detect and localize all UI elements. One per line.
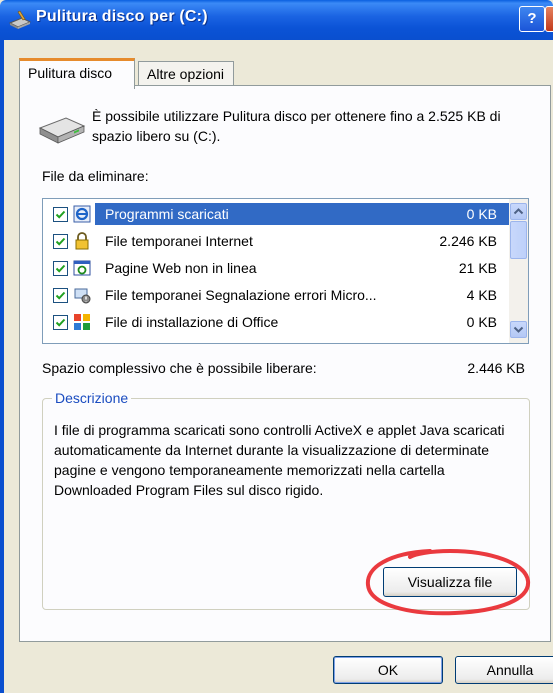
- office-icon: [74, 314, 90, 330]
- error-report-icon: [74, 288, 91, 304]
- window-title: Pulitura disco per (C:): [36, 8, 208, 25]
- chevron-down-icon: [513, 326, 524, 333]
- file-name: File di installazione di Office: [105, 314, 279, 330]
- cancel-button[interactable]: Annulla: [455, 656, 553, 684]
- scroll-up-button[interactable]: [510, 203, 527, 220]
- total-label: Spazio complessivo che è possibile liber…: [42, 360, 317, 376]
- description-legend: Descrizione: [52, 390, 132, 406]
- disk-cleanup-icon: [8, 10, 32, 29]
- tab-altre-opzioni[interactable]: Altre opzioni: [138, 61, 234, 86]
- checkbox[interactable]: [53, 261, 68, 276]
- file-size: 0 KB: [466, 314, 497, 330]
- list-item[interactable]: Programmi scaricati 0 KB: [43, 201, 509, 227]
- total-value: 2.446 KB: [467, 360, 525, 376]
- checkbox[interactable]: [53, 207, 68, 222]
- view-files-button[interactable]: Visualizza file: [383, 567, 517, 597]
- checkbox[interactable]: [53, 288, 68, 303]
- chevron-up-icon: [513, 208, 524, 215]
- list-item[interactable]: File di installazione di Office 0 KB: [43, 309, 509, 335]
- file-name: Pagine Web non in linea: [105, 260, 257, 276]
- file-size: 0 KB: [466, 206, 497, 222]
- lock-icon: [75, 232, 89, 250]
- list-item[interactable]: File temporanei Segnalazione errori Micr…: [43, 282, 509, 308]
- file-name: Programmi scaricati: [95, 203, 509, 225]
- intro-text: È possibile utilizzare Pulitura disco pe…: [92, 108, 501, 144]
- description-text: I file di programma scaricati sono contr…: [54, 422, 505, 498]
- list-scrollbar[interactable]: [509, 199, 528, 343]
- file-size: 2.246 KB: [439, 233, 497, 249]
- list-item[interactable]: File temporanei Internet 2.246 KB: [43, 228, 509, 254]
- title-bar[interactable]: Pulitura disco per (C:) ? ✕: [0, 0, 553, 40]
- list-item[interactable]: Pagine Web non in linea 21 KB: [43, 255, 509, 281]
- offline-pages-icon: [73, 260, 91, 276]
- help-button[interactable]: ?: [519, 6, 545, 32]
- disk-cleanup-window: Pulitura disco per (C:) ? ✕ Pulitura dis…: [0, 0, 553, 693]
- scroll-down-button[interactable]: [510, 321, 527, 338]
- file-size: 4 KB: [466, 287, 497, 303]
- close-button[interactable]: ✕: [545, 6, 553, 32]
- tab-pulitura-disco[interactable]: Pulitura disco: [19, 58, 135, 89]
- tab-label: Pulitura disco: [28, 65, 113, 81]
- files-listbox[interactable]: Programmi scaricati 0 KB File temporanei…: [42, 198, 529, 344]
- ok-button[interactable]: OK: [333, 656, 443, 684]
- window-frame: [0, 40, 4, 693]
- checkbox[interactable]: [53, 234, 68, 249]
- file-size: 21 KB: [458, 260, 497, 276]
- hard-drive-icon: [38, 117, 86, 144]
- ie-download-icon: [73, 205, 91, 223]
- file-name: File temporanei Segnalazione errori Micr…: [105, 287, 377, 303]
- scroll-thumb[interactable]: [510, 221, 527, 259]
- files-label: File da eliminare:: [42, 168, 149, 184]
- checkbox[interactable]: [53, 315, 68, 330]
- tab-label: Altre opzioni: [147, 66, 225, 82]
